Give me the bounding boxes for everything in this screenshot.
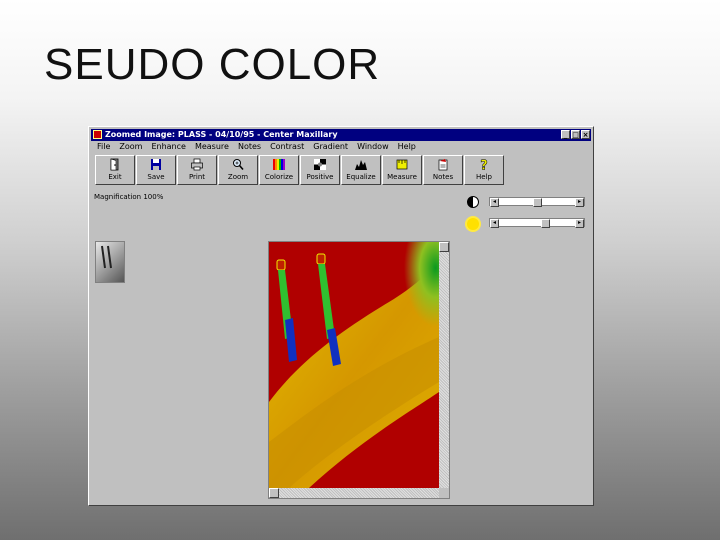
help-button[interactable]: ? Help xyxy=(464,155,504,185)
menu-contrast[interactable]: Contrast xyxy=(270,141,304,153)
zoom-label: Zoom xyxy=(227,173,249,181)
rainbow-bars-icon xyxy=(273,159,285,170)
colorize-button[interactable]: Colorize xyxy=(259,155,299,185)
slide-title: SEUDO COLOR xyxy=(44,40,381,89)
notes-icon xyxy=(438,159,448,171)
scroll-up-arrow[interactable] xyxy=(439,242,449,252)
positive-button[interactable]: Positive xyxy=(300,155,340,185)
menu-notes[interactable]: Notes xyxy=(238,141,261,153)
image-thumbnail[interactable] xyxy=(95,241,125,283)
brightness-right-arrow[interactable]: ▸ xyxy=(575,219,584,228)
window-titlebar[interactable]: Zoomed Image: PLASS - 04/10/95 - Center … xyxy=(91,129,591,141)
save-button[interactable]: Save xyxy=(136,155,176,185)
contrast-slider[interactable]: ◂ ▸ xyxy=(489,197,585,207)
thumbnail-xray xyxy=(101,245,112,269)
menu-gradient[interactable]: Gradient xyxy=(313,141,348,153)
sun-brightness-icon xyxy=(467,218,479,230)
contrast-left-arrow[interactable]: ◂ xyxy=(490,198,499,207)
menu-file[interactable]: File xyxy=(97,141,110,153)
question-mark-icon: ? xyxy=(480,158,488,172)
save-label: Save xyxy=(147,173,165,181)
exit-button[interactable]: Exit xyxy=(95,155,135,185)
close-button[interactable]: × xyxy=(581,130,590,139)
application-window: Zoomed Image: PLASS - 04/10/95 - Center … xyxy=(88,126,594,506)
printer-icon xyxy=(191,158,203,171)
image-horizontal-scrollbar[interactable] xyxy=(269,488,439,498)
exit-door-icon xyxy=(110,158,119,171)
menu-enhance[interactable]: Enhance xyxy=(151,141,186,153)
notes-label: Notes xyxy=(432,173,454,181)
menu-bar: File Zoom Enhance Measure Notes Contrast… xyxy=(91,141,591,153)
colorize-label: Colorize xyxy=(264,173,294,181)
measure-label: Measure xyxy=(387,173,417,181)
app-logo-icon xyxy=(93,130,102,139)
toolbar: Exit Save Print Zoom Colorize Positive E… xyxy=(91,155,591,187)
histogram-icon xyxy=(355,160,367,170)
zoom-button[interactable]: Zoom xyxy=(218,155,258,185)
pseudo-color-xray-image xyxy=(269,242,439,488)
brightness-slider[interactable]: ◂ ▸ xyxy=(489,218,585,228)
menu-window[interactable]: Window xyxy=(357,141,389,153)
contrast-right-arrow[interactable]: ▸ xyxy=(575,198,584,207)
floppy-disk-icon xyxy=(151,159,161,170)
equalize-button[interactable]: Equalize xyxy=(341,155,381,185)
measure-button[interactable]: Measure xyxy=(382,155,422,185)
magnification-readout: Magnification 100% xyxy=(94,193,164,201)
print-button[interactable]: Print xyxy=(177,155,217,185)
menu-zoom[interactable]: Zoom xyxy=(119,141,142,153)
magnifier-icon xyxy=(233,159,244,171)
svg-text:?: ? xyxy=(480,159,488,172)
pseudo-color-image-viewport[interactable] xyxy=(268,241,450,499)
menu-measure[interactable]: Measure xyxy=(195,141,229,153)
window-title: Zoomed Image: PLASS - 04/10/95 - Center … xyxy=(105,130,338,139)
positive-negative-icon xyxy=(314,159,326,170)
equalize-label: Equalize xyxy=(346,173,376,181)
minimize-button[interactable]: _ xyxy=(561,130,570,139)
image-vertical-scrollbar[interactable] xyxy=(439,242,449,488)
scroll-left-arrow[interactable] xyxy=(269,488,279,498)
contrast-slider-thumb[interactable] xyxy=(533,198,542,207)
window-controls: _ □ × xyxy=(561,130,590,139)
contrast-icon xyxy=(467,196,479,208)
print-label: Print xyxy=(188,173,206,181)
brightness-slider-thumb[interactable] xyxy=(541,219,550,228)
notes-button[interactable]: Notes xyxy=(423,155,463,185)
help-label: Help xyxy=(476,173,492,181)
positive-label: Positive xyxy=(306,173,334,181)
menu-help[interactable]: Help xyxy=(398,141,416,153)
brightness-left-arrow[interactable]: ◂ xyxy=(490,219,499,228)
maximize-button[interactable]: □ xyxy=(571,130,580,139)
ruler-icon xyxy=(396,159,408,170)
exit-label: Exit xyxy=(108,173,122,181)
